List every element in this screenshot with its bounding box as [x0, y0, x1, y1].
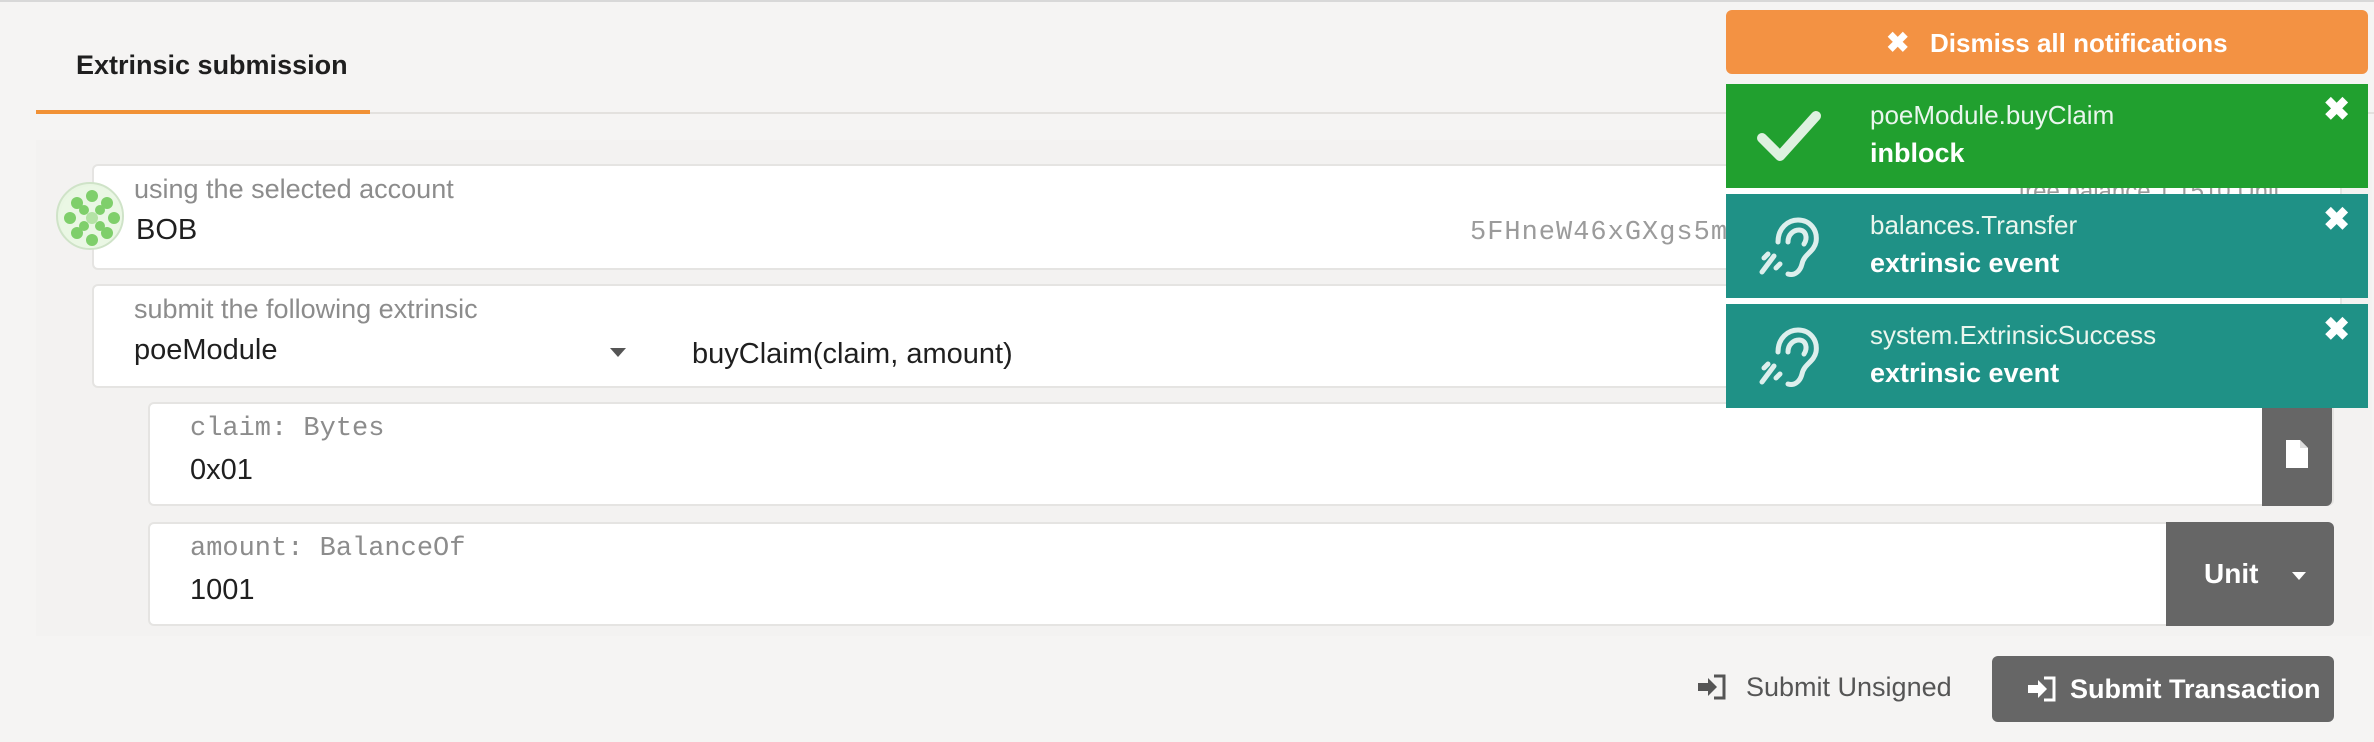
notification-item: poeModule.buyClaim inblock ✖	[1726, 84, 2368, 188]
close-icon[interactable]: ✖	[2323, 310, 2350, 348]
ear-icon	[1759, 217, 1819, 277]
tab-extrinsic-submission[interactable]: Extrinsic submission	[36, 0, 370, 114]
notification-status: extrinsic event	[1870, 248, 2060, 278]
close-icon: ✖	[1886, 27, 1910, 58]
dismiss-all-notifications-button[interactable]: ✖ Dismiss all notifications	[1726, 10, 2368, 74]
dismiss-all-label: Dismiss all notifications	[1930, 28, 2228, 58]
tab-label: Extrinsic submission	[76, 50, 348, 80]
sign-in-icon	[1698, 674, 1726, 700]
account-label: using the selected account	[134, 174, 454, 204]
submit-unsigned-label: Submit Unsigned	[1746, 672, 1952, 702]
method-dropdown[interactable]: buyClaim(claim, amount)	[692, 338, 1013, 371]
extrinsic-label: submit the following extrinsic	[134, 294, 478, 324]
file-upload-button[interactable]	[2262, 402, 2332, 506]
claim-param-label: claim: Bytes	[190, 414, 385, 444]
identicon-avatar	[56, 182, 124, 250]
check-icon	[1757, 111, 1821, 161]
claim-param-value[interactable]: 0x01	[190, 454, 253, 487]
claim-param-input[interactable]: claim: Bytes 0x01	[148, 402, 2334, 506]
account-address: 5FHneW46xGXgs5mU	[1470, 218, 1746, 248]
submit-transaction-button[interactable]: Submit Transaction	[1992, 656, 2334, 722]
sign-in-icon	[2028, 676, 2056, 702]
chevron-down-icon	[610, 348, 626, 357]
notification-item: balances.Transfer extrinsic event ✖	[1726, 194, 2368, 298]
close-icon[interactable]: ✖	[2323, 90, 2350, 128]
notification-title: poeModule.buyClaim	[1870, 100, 2115, 130]
amount-param-label: amount: BalanceOf	[190, 534, 466, 564]
unit-label: Unit	[2204, 558, 2259, 589]
unit-dropdown[interactable]: Unit	[2166, 522, 2334, 626]
account-name: BOB	[136, 214, 198, 246]
notification-title: balances.Transfer	[1870, 210, 2078, 240]
chevron-down-icon	[2292, 572, 2306, 580]
file-icon	[2286, 440, 2308, 468]
ear-icon	[1759, 327, 1819, 387]
amount-param-value[interactable]: 1001	[190, 574, 255, 607]
notification-item: system.ExtrinsicSuccess extrinsic event …	[1726, 304, 2368, 408]
notification-status: extrinsic event	[1870, 358, 2060, 388]
amount-param-input[interactable]: amount: BalanceOf 1001	[148, 522, 2240, 626]
submit-transaction-label: Submit Transaction	[2070, 674, 2321, 704]
notification-status: inblock	[1870, 138, 1965, 168]
module-dropdown[interactable]: poeModule	[134, 334, 278, 367]
close-icon[interactable]: ✖	[2323, 200, 2350, 238]
notification-title: system.ExtrinsicSuccess	[1870, 320, 2157, 350]
